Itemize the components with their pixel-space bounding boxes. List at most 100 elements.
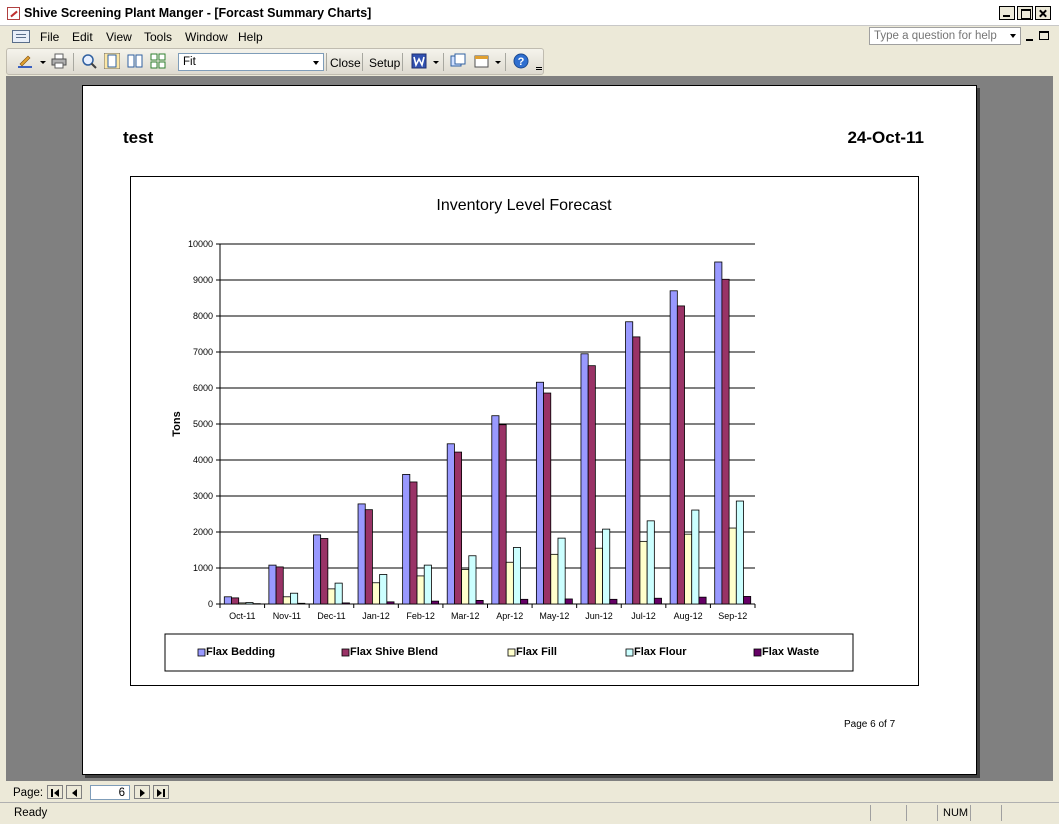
legend-label: Flax Flour: [634, 646, 687, 658]
zoom-value: Fit: [183, 56, 196, 68]
toolbar-separator: [505, 53, 506, 71]
y-tick-label: 9000: [193, 275, 213, 285]
x-tick-label: Oct-11: [229, 611, 255, 621]
y-tick-label: 1000: [193, 563, 213, 573]
legend-swatch: [341, 648, 350, 657]
bar: [357, 503, 366, 605]
one-page-icon[interactable]: [104, 53, 120, 69]
chevron-down-icon[interactable]: [313, 61, 319, 65]
chart-frame: Inventory Level Forecast 0 1000 2000 3000 400…: [130, 176, 919, 686]
menu-help[interactable]: Help: [238, 30, 263, 44]
legend-label: Flax Waste: [762, 646, 819, 658]
y-axis-label: Tons: [171, 411, 183, 436]
first-page-button[interactable]: [47, 785, 63, 799]
y-tick-label: 8000: [193, 311, 213, 321]
previous-page-button[interactable]: [66, 785, 82, 799]
chevron-down-icon[interactable]: [1010, 34, 1016, 38]
next-page-button[interactable]: [134, 785, 150, 799]
zoom-select[interactable]: Fit: [178, 53, 324, 71]
page-footer: Page 6 of 7: [844, 719, 896, 730]
bar: [639, 540, 648, 605]
bar: [580, 353, 589, 605]
bar: [327, 588, 336, 605]
x-tick-label: Apr-12: [496, 611, 523, 621]
multiple-pages-icon[interactable]: [150, 53, 166, 69]
x-tick-label: Jul-12: [631, 611, 656, 621]
word-export-icon[interactable]: [411, 53, 427, 69]
bar: [223, 596, 232, 605]
last-page-button[interactable]: [153, 785, 169, 799]
bar: [238, 602, 247, 605]
toolbar-separator: [362, 53, 363, 71]
bar: [698, 596, 707, 605]
close-window-button[interactable]: [1035, 6, 1051, 20]
bar: [431, 600, 440, 605]
document-menu-icon[interactable]: [12, 30, 30, 43]
legend-swatch: [507, 648, 516, 657]
page-number-input[interactable]: [90, 785, 130, 800]
print-preview-toolbar: Fit Close Setup ?: [6, 48, 544, 75]
toolbar-options-icon[interactable]: [536, 67, 542, 70]
x-tick-label: Aug-12: [674, 611, 703, 621]
menu-tools[interactable]: Tools: [144, 30, 172, 44]
legend-label: Flax Fill: [516, 646, 557, 658]
maximize-button[interactable]: [1017, 6, 1033, 20]
bar: [409, 481, 418, 605]
menu-view[interactable]: View: [106, 30, 132, 44]
bar: [379, 574, 388, 605]
mdi-minimize-button[interactable]: [1026, 39, 1033, 41]
title-bar: Shive Screening Plant Manger - [Forcast …: [0, 0, 1059, 26]
y-tick-label: 2000: [193, 527, 213, 537]
bar: [653, 597, 662, 605]
legend-swatch: [625, 648, 634, 657]
zoom-icon[interactable]: [81, 53, 97, 69]
help-question-box[interactable]: [869, 27, 1021, 45]
minimize-button[interactable]: [999, 6, 1015, 20]
bar: [550, 553, 559, 605]
first-icon: [51, 789, 53, 797]
print-icon[interactable]: [51, 53, 67, 69]
window-controls: [999, 6, 1051, 20]
view-dropdown-icon[interactable]: [40, 61, 46, 64]
bar: [454, 451, 463, 605]
two-pages-icon[interactable]: [127, 53, 143, 69]
bar: [423, 564, 432, 605]
status-divider: [937, 805, 938, 821]
bar: [512, 547, 521, 605]
toolbar-separator: [443, 53, 444, 71]
menu-edit[interactable]: Edit: [72, 30, 93, 44]
app-icon[interactable]: [7, 7, 20, 20]
arrow-left-icon: [54, 789, 59, 797]
bar: [372, 582, 381, 605]
status-divider: [1001, 805, 1002, 821]
bar: [602, 528, 611, 605]
bar: [402, 473, 411, 605]
bar: [557, 537, 566, 605]
bar: [669, 290, 678, 605]
bar: [505, 561, 514, 605]
help-icon[interactable]: ?: [513, 53, 529, 69]
bar: [461, 569, 470, 605]
export-dropdown-icon[interactable]: [433, 61, 439, 64]
bar: [468, 555, 477, 605]
mdi-restore-button[interactable]: [1039, 31, 1049, 40]
svg-text:?: ?: [518, 56, 525, 68]
status-divider: [906, 805, 907, 821]
setup-button[interactable]: Setup: [369, 56, 400, 70]
bar: [334, 582, 343, 605]
database-window-icon[interactable]: [450, 53, 466, 69]
arrow-left-icon: [72, 789, 77, 797]
x-tick-label: Dec-11: [317, 611, 345, 621]
help-search-input[interactable]: [870, 28, 1006, 44]
menu-window[interactable]: Window: [185, 30, 228, 44]
bar: [714, 261, 723, 605]
close-preview-button[interactable]: Close: [330, 56, 361, 70]
view-icon[interactable]: [17, 53, 33, 69]
menu-file[interactable]: File: [40, 30, 59, 44]
bar: [646, 520, 655, 605]
x-tick-label: May-12: [539, 611, 569, 621]
new-object-icon[interactable]: [474, 53, 490, 69]
new-object-dropdown-icon[interactable]: [495, 61, 501, 64]
toolbar-separator: [326, 53, 327, 71]
bar: [364, 509, 373, 605]
